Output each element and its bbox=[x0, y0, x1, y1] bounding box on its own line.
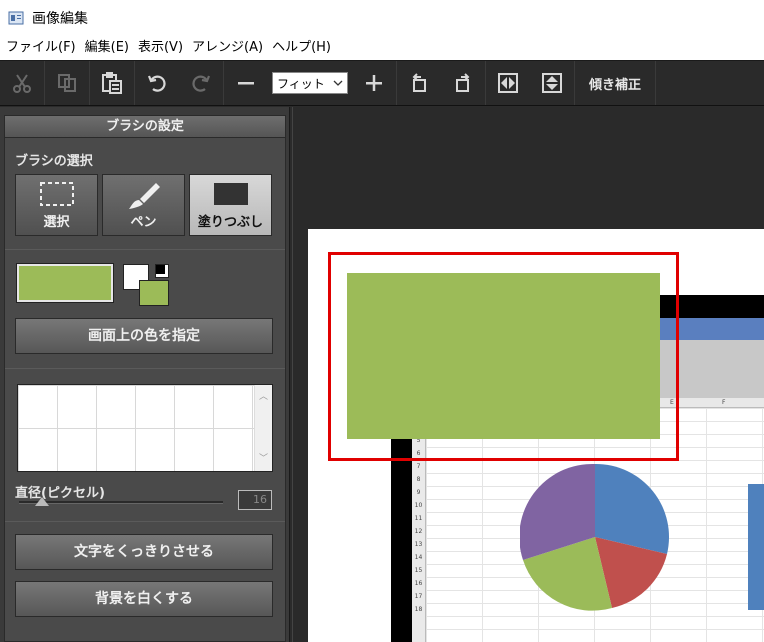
embedded-bar bbox=[748, 484, 764, 610]
copy-icon bbox=[58, 74, 76, 92]
panel-body: ブラシの設定 ブラシの選択 選択 ペン 塗りつぶし 画面上の色を指定 ︿ ﹀ 直… bbox=[4, 115, 286, 642]
diameter-label: 直径(ピクセル) bbox=[15, 486, 105, 501]
toolbar-separator bbox=[655, 61, 657, 105]
brush-settings-panel: ブラシの設定 ブラシの選択 選択 ペン 塗りつぶし 画面上の色を指定 ︿ ﹀ 直… bbox=[0, 107, 290, 642]
row-number: 10 bbox=[414, 502, 423, 509]
row-number: 15 bbox=[414, 567, 423, 574]
brush-select-button[interactable]: 選択 bbox=[15, 174, 98, 236]
zoom-value: フィット bbox=[277, 76, 325, 91]
brush-pen-button[interactable]: ペン bbox=[102, 174, 185, 236]
zoom-in-icon bbox=[366, 75, 382, 91]
straighten-button[interactable]: 傾き補正 bbox=[575, 61, 655, 105]
menu-bar: ファイル(F) 編集(E) 表示(V) アレンジ(A) ヘルプ(H) bbox=[0, 36, 764, 60]
cut-icon bbox=[13, 74, 31, 93]
zoom-select[interactable]: フィット bbox=[272, 72, 348, 94]
diameter-value[interactable]: 16 bbox=[238, 490, 272, 510]
primary-color bbox=[139, 280, 169, 306]
divider bbox=[5, 368, 285, 369]
sharpen-text-button[interactable]: 文字をくっきりさせる bbox=[15, 534, 273, 570]
diameter-slider[interactable] bbox=[19, 501, 223, 504]
zoom-in-button[interactable] bbox=[352, 61, 396, 105]
rotate-right-button[interactable] bbox=[441, 61, 485, 105]
selection-icon bbox=[39, 181, 75, 211]
brush-select-label: ブラシの選択 bbox=[15, 154, 93, 169]
row-number: 18 bbox=[414, 606, 423, 613]
row-number: 16 bbox=[414, 580, 423, 587]
row-number: 13 bbox=[414, 541, 423, 548]
menu-arrange[interactable]: アレンジ(A) bbox=[190, 36, 270, 60]
fill-icon bbox=[212, 181, 250, 211]
row-number: 9 bbox=[416, 489, 421, 496]
redo-icon bbox=[192, 75, 211, 92]
diameter-slider-thumb[interactable] bbox=[35, 497, 49, 506]
window-title: 画像編集 bbox=[32, 11, 88, 27]
brush-label: 塗りつぶし bbox=[197, 215, 264, 230]
flip-horizontal-button[interactable] bbox=[486, 61, 530, 105]
row-number: 7 bbox=[416, 463, 421, 470]
embedded-pie-chart bbox=[520, 463, 670, 611]
copy-button[interactable] bbox=[45, 61, 89, 105]
reset-colors-icon[interactable] bbox=[155, 264, 169, 278]
menu-edit[interactable]: 編集(E) bbox=[83, 36, 136, 60]
undo-button[interactable] bbox=[135, 61, 179, 105]
divider bbox=[5, 249, 285, 250]
scroll-up-icon[interactable]: ︿ bbox=[259, 389, 268, 402]
brush-icon bbox=[126, 181, 162, 215]
row-number: 12 bbox=[414, 528, 423, 535]
flip-vertical-button[interactable] bbox=[530, 61, 574, 105]
zoom-out-button[interactable] bbox=[224, 61, 268, 105]
row-number: 14 bbox=[414, 554, 423, 561]
rotate-right-icon bbox=[456, 73, 470, 92]
menu-view[interactable]: 表示(V) bbox=[136, 36, 190, 60]
pick-screen-color-button[interactable]: 画面上の色を指定 bbox=[15, 318, 273, 354]
preview-cells bbox=[18, 385, 254, 471]
title-bar: 画像編集 bbox=[0, 0, 764, 36]
panel-header: ブラシの設定 bbox=[5, 116, 285, 138]
brush-label: 選択 bbox=[43, 215, 70, 230]
current-color-swatch[interactable] bbox=[16, 263, 114, 303]
row-number: 8 bbox=[416, 476, 421, 483]
brush-preview-grid: ︿ ﹀ bbox=[17, 384, 273, 472]
toolbar: フィット 傾き補正 bbox=[0, 60, 764, 106]
whiten-background-button[interactable]: 背景を白くする bbox=[15, 581, 273, 617]
menu-file[interactable]: ファイル(F) bbox=[4, 36, 83, 60]
paste-icon bbox=[102, 72, 122, 94]
scroll-down-icon[interactable]: ﹀ bbox=[259, 451, 268, 464]
app-icon bbox=[8, 10, 24, 26]
zoom-out-icon bbox=[238, 82, 254, 85]
preview-scrollbar[interactable]: ︿ ﹀ bbox=[254, 385, 272, 471]
divider bbox=[5, 521, 285, 522]
flip-vertical-icon bbox=[542, 73, 562, 93]
row-number: 17 bbox=[414, 593, 423, 600]
cut-button[interactable] bbox=[0, 61, 44, 105]
column-label: F bbox=[722, 399, 726, 406]
chevron-down-icon bbox=[333, 80, 343, 86]
row-number: 11 bbox=[414, 515, 423, 522]
flip-horizontal-icon bbox=[498, 73, 518, 93]
rotate-left-button[interactable] bbox=[397, 61, 441, 105]
undo-icon bbox=[147, 75, 166, 92]
brush-fill-button[interactable]: 塗りつぶし bbox=[189, 174, 272, 236]
rotate-left-icon bbox=[412, 73, 426, 92]
menu-help[interactable]: ヘルプ(H) bbox=[270, 36, 338, 60]
paste-button[interactable] bbox=[90, 61, 134, 105]
selection-rectangle bbox=[328, 252, 679, 461]
redo-button[interactable] bbox=[179, 61, 223, 105]
color-pair-swatch[interactable] bbox=[123, 264, 169, 306]
